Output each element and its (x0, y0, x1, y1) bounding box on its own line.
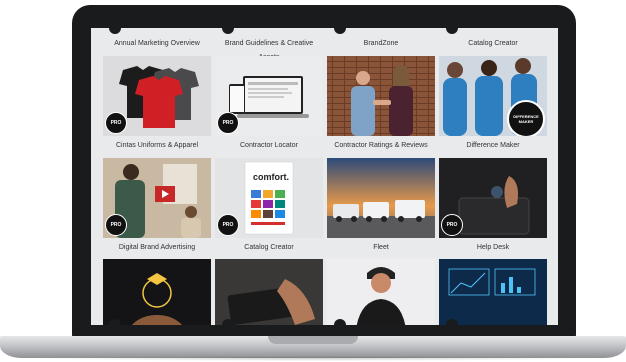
tile-caption[interactable]: Annual Marketing Overview (103, 37, 211, 51)
tile-help-desk[interactable]: PRO (439, 158, 547, 238)
catalog-cover-title: comfort. (253, 172, 289, 182)
tile-catalog-creator[interactable]: comfort. PRO (215, 158, 323, 238)
lightbulb-graduation-image (103, 259, 211, 325)
tile-caption[interactable]: BrandZone (327, 37, 435, 51)
pro-partner-badge: PRO (217, 112, 239, 134)
tile-caption[interactable]: Cintas Uniforms & Apparel (103, 139, 211, 153)
tile-difference-maker[interactable]: DIFFERENCE MAKER (439, 56, 547, 136)
tile-image[interactable] (327, 259, 435, 325)
corner-dot (109, 28, 121, 34)
tile-caption[interactable]: Digital Brand Advertising (103, 241, 211, 255)
tile-caption[interactable]: Contractor Locator (215, 139, 323, 153)
tile-image[interactable] (103, 259, 211, 325)
tile-caption[interactable]: Fleet (327, 241, 435, 255)
corner-dot (334, 28, 346, 34)
tile-digital-advertising[interactable]: PRO (103, 158, 211, 238)
credit-card-image (215, 259, 323, 325)
tile-contractor-ratings[interactable] (327, 56, 435, 136)
laptop-notch (268, 336, 358, 344)
pro-partner-badge: PRO (105, 112, 127, 134)
tile-caption[interactable]: Help Desk (439, 241, 547, 255)
handshake-image (327, 56, 435, 136)
corner-dot (109, 319, 121, 325)
analytics-dashboard-image (439, 259, 547, 325)
corner-dot (222, 28, 234, 34)
tile-image[interactable] (215, 259, 323, 325)
laptop-shadow (30, 356, 596, 361)
tile-caption[interactable]: Contractor Ratings & Reviews (327, 139, 435, 153)
tile-caption[interactable]: Difference Maker (439, 139, 547, 153)
pro-partner-badge: PRO (441, 214, 463, 236)
pro-partner-badge: PRO (217, 214, 239, 236)
tile-fleet[interactable] (327, 158, 435, 238)
tile-image[interactable] (439, 259, 547, 325)
pro-partner-badge: PRO (105, 214, 127, 236)
corner-dot (222, 319, 234, 325)
tile-contractor-locator[interactable]: PRO (215, 56, 323, 136)
fleet-trucks-image (327, 158, 435, 238)
corner-dot (446, 319, 458, 325)
technician-portrait-image (327, 259, 435, 325)
tile-caption[interactable]: Catalog Creator (215, 241, 323, 255)
corner-dot (446, 28, 458, 34)
corner-dot (334, 319, 346, 325)
difference-maker-seal: DIFFERENCE MAKER (507, 100, 545, 136)
tile-uniforms[interactable]: PRO (103, 56, 211, 136)
tile-caption[interactable]: Catalog Creator (439, 37, 547, 51)
tile-caption[interactable]: Brand Guidelines & Creative Assets (215, 37, 323, 61)
laptop-screen: Annual Marketing Overview Brand Guidelin… (91, 28, 558, 325)
